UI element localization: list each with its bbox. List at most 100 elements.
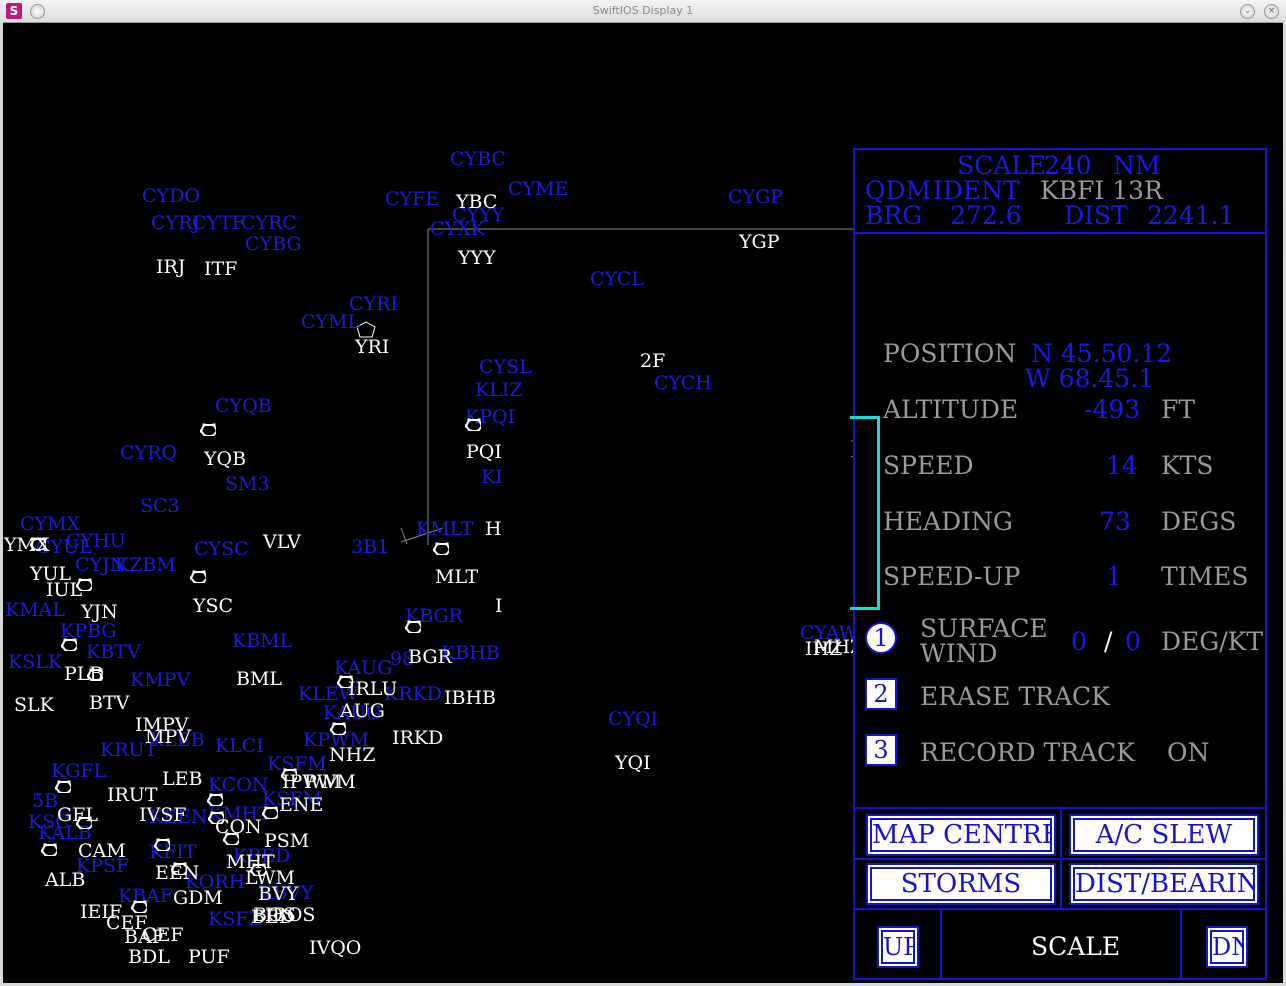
- speed-unit: KTS: [1161, 451, 1214, 480]
- icao-station-label: CYGP: [728, 186, 784, 208]
- icao-station-label: CYQI: [608, 708, 659, 730]
- storms-button[interactable]: STORMS: [870, 867, 1052, 901]
- option-1-button[interactable]: 1: [865, 622, 897, 654]
- airport-icon: [76, 578, 92, 591]
- scale-unit: NM: [1113, 151, 1161, 180]
- record-track-button[interactable]: 3: [865, 734, 897, 766]
- panel-tab-bottom: [850, 607, 878, 610]
- moving-map[interactable]: CYBC CYDO CYFE CYME CYGP CYRJ CYTF CYRC CYYY CYXK…: [3, 22, 853, 983]
- minimize-icon[interactable]: ⌄: [1240, 4, 1255, 19]
- navaid-label: YSC: [193, 595, 234, 617]
- airport-icon: [207, 793, 223, 806]
- navaid-label: YGP: [739, 231, 780, 253]
- wind-separator: /: [1104, 627, 1113, 656]
- navaid-label: 2F: [640, 350, 666, 372]
- airport-icon: [208, 811, 224, 824]
- icao-station-label: SC3: [140, 495, 180, 517]
- scale-value: 240: [1044, 151, 1092, 180]
- divider: [855, 232, 1265, 234]
- wind-direction: 0: [1071, 627, 1087, 656]
- navaid-label: ENE: [279, 794, 324, 816]
- icao-station-label: SM3: [225, 473, 270, 495]
- airport-icon: [87, 668, 103, 681]
- icao-station-label: KMPV: [130, 669, 191, 691]
- surface-wind-label-2: WIND: [920, 639, 998, 668]
- airport-icon: [171, 862, 187, 875]
- map-centre-button[interactable]: MAP CENTRE: [870, 818, 1052, 852]
- navaid-label: CAM: [78, 840, 126, 862]
- icao-station-label: CYDO: [142, 185, 200, 207]
- navaid-label: YQI: [615, 752, 651, 774]
- icao-station-label: CYSL: [479, 356, 532, 378]
- airport-icon: [337, 675, 353, 688]
- window-menu-icon[interactable]: [30, 4, 45, 19]
- speed-label: SPEED: [883, 451, 974, 480]
- icao-station-label: CYTF: [192, 212, 245, 234]
- navaid-label: YRI: [355, 336, 390, 358]
- ac-slew-button[interactable]: A/C SLEW: [1073, 818, 1255, 852]
- airport-icon: [262, 806, 278, 819]
- airport-icon: [433, 542, 449, 555]
- icao-station-label: CYQB: [215, 395, 272, 417]
- altitude-value: -493: [1084, 395, 1141, 424]
- icao-station-label: CYML: [301, 311, 361, 333]
- navaid-label: LEB: [162, 768, 203, 790]
- icao-station-label: KZBM: [115, 554, 176, 576]
- icao-station-label: KMAL: [5, 599, 65, 621]
- erase-track-button[interactable]: 2: [865, 678, 897, 710]
- record-track-label: RECORD TRACK: [920, 738, 1135, 767]
- airport-icon: [330, 722, 346, 735]
- divider: [1180, 910, 1182, 980]
- navaid-label: SLK: [14, 694, 54, 716]
- navaid-label: I: [495, 595, 503, 617]
- navaid-label: GDM: [173, 887, 223, 909]
- icao-station-label: CYFE: [385, 188, 440, 210]
- navaid-label: IBHB: [444, 687, 496, 709]
- navaid-label: BDL: [128, 946, 170, 968]
- airport-icon: [61, 638, 77, 651]
- navaid-label: IRKD: [392, 727, 444, 749]
- navaid-label: BGR: [408, 646, 452, 668]
- icao-station-label: KBTV: [86, 641, 141, 663]
- airport-icon: [131, 900, 147, 913]
- map-lines: [356, 228, 853, 545]
- airport-icon: [200, 423, 216, 436]
- airport-icon: [55, 780, 71, 793]
- scale-down-button[interactable]: DN: [1210, 930, 1244, 964]
- navaid-label: H: [485, 518, 502, 540]
- scale-label: SCALE: [957, 151, 1047, 180]
- close-icon[interactable]: ×: [1264, 4, 1279, 19]
- divider: [1060, 809, 1062, 908]
- altitude-label: ALTITUDE: [883, 395, 1019, 424]
- icao-station-label: 3B1: [351, 536, 390, 558]
- window-titlebar: S SwiftIOS Display 1 ⌄ ×: [0, 0, 1286, 23]
- panel-tab-edge[interactable]: [877, 416, 880, 610]
- navaid-label: PSM: [264, 830, 310, 852]
- navaid-label: PWM: [304, 771, 356, 793]
- airport-icon: [41, 843, 57, 856]
- navaid-label: BTV: [89, 692, 130, 714]
- icao-station-label: CYRC: [241, 212, 297, 234]
- navaid-label: MLT: [435, 566, 479, 588]
- navaid-label: YYY: [458, 247, 496, 269]
- divider: [940, 910, 942, 980]
- heading-unit: DEGS: [1161, 507, 1237, 536]
- icao-station-label: CYBC: [450, 148, 506, 170]
- navaid-label: PUF: [188, 946, 230, 968]
- navaid-label: IRUT: [107, 784, 158, 806]
- surface-wind-label: SURFACE: [920, 614, 1048, 643]
- dist-bearing-button[interactable]: DIST/BEARING: [1073, 867, 1255, 901]
- dist-label: DIST: [1064, 201, 1128, 230]
- speedup-label: SPEED-UP: [883, 562, 1021, 591]
- icao-station-label: KSLK: [8, 651, 63, 673]
- wind-speed: 0: [1125, 627, 1141, 656]
- icao-station-label: KLCI: [215, 735, 264, 757]
- navaid-label: IRLU: [348, 678, 398, 700]
- navaid-label: IVQO: [309, 937, 362, 959]
- panel-tab-top: [850, 416, 878, 419]
- icao-station-label: CYCL: [590, 268, 644, 290]
- erase-track-label: ERASE TRACK: [920, 682, 1110, 711]
- airport-icon: [250, 863, 266, 876]
- qdm-label: QDM: [865, 176, 932, 205]
- scale-up-button[interactable]: UP: [881, 930, 915, 964]
